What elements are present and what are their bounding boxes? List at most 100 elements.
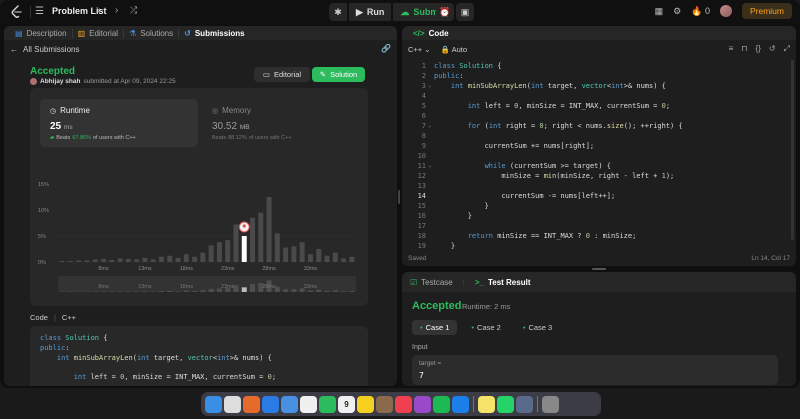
- line-number: 14: [417, 192, 426, 200]
- histogram-bar: [92, 259, 98, 262]
- code-editor[interactable]: 1 class Solution {2 public: 3 ⌄ int minSubAr…: [402, 60, 796, 250]
- input-box: target = 7: [412, 355, 778, 385]
- horizontal-resize-handle[interactable]: [592, 268, 606, 270]
- autosave-indicator[interactable]: 🔒 Auto: [441, 45, 467, 54]
- mail-icon[interactable]: [281, 395, 298, 413]
- code-line: int left = 0, minSize = INT_MAX, current…: [467, 102, 671, 110]
- fold-chevron-icon[interactable]: ⌄: [428, 82, 432, 89]
- podcasts-icon[interactable]: [414, 395, 431, 413]
- line-number: 6: [421, 112, 426, 120]
- tab-divider: |: [462, 277, 465, 287]
- notes-button[interactable]: ▣: [456, 3, 474, 21]
- safari-icon[interactable]: [262, 395, 279, 413]
- case-1-tab[interactable]: • Case 1: [412, 320, 458, 335]
- user-avatar[interactable]: [719, 5, 732, 17]
- solution-button[interactable]: ✎ Solution: [312, 67, 365, 82]
- appstore-icon[interactable]: [452, 395, 469, 413]
- streak-counter[interactable]: 🔥 0: [691, 6, 710, 17]
- x-tick-label: 23ms: [221, 266, 235, 272]
- leetcode-logo-icon[interactable]: [10, 5, 24, 19]
- submitter-name[interactable]: Abhijay shah: [40, 78, 80, 85]
- language-select[interactable]: C++ ⌄: [408, 45, 431, 54]
- fold-chevron-icon[interactable]: ⌄: [428, 162, 432, 169]
- line-number: 2: [421, 72, 426, 80]
- chrome-icon[interactable]: [224, 395, 241, 413]
- line-number: 19: [417, 242, 426, 250]
- code-line: return minSize == INT_MAX ? 0 : minSize;: [467, 232, 637, 240]
- photos-icon[interactable]: [300, 395, 317, 413]
- tab-submissions[interactable]: ↺ Submissions: [179, 29, 250, 38]
- messages-icon[interactable]: [319, 395, 336, 413]
- runtime-box[interactable]: ◷ Runtime 25 ms ▰ Beats 67.86% of users wi…: [40, 99, 198, 147]
- overview-bar: [291, 289, 297, 292]
- whatsapp-icon[interactable]: [497, 395, 514, 413]
- note-icon: ▣: [460, 6, 470, 17]
- vertical-resize-handle[interactable]: [398, 190, 400, 204]
- line-number: 9: [421, 142, 426, 150]
- debug-button[interactable]: ✱: [329, 3, 347, 21]
- line-number: 13: [417, 182, 426, 190]
- list-icon[interactable]: ☰: [35, 6, 47, 18]
- fold-chevron-icon[interactable]: ⌄: [428, 122, 432, 129]
- run-button[interactable]: ▶ Run: [349, 3, 392, 21]
- notes-icon[interactable]: [357, 395, 374, 413]
- histogram-bar: [117, 258, 123, 262]
- braces-icon[interactable]: {}: [756, 44, 761, 54]
- bug-icon: ✱: [334, 6, 342, 17]
- layout-icon[interactable]: ▦: [655, 6, 664, 17]
- code-line: while (currentSum >= target) {: [484, 162, 612, 170]
- histogram-bar: [216, 242, 222, 262]
- preview-icon[interactable]: [376, 395, 393, 413]
- all-submissions-link[interactable]: All Submissions: [23, 45, 79, 54]
- calendar-icon[interactable]: 9: [338, 395, 355, 413]
- tab-test-result[interactable]: >_ Test Result: [475, 278, 531, 287]
- tab-description[interactable]: ▤ Description: [10, 28, 73, 38]
- firefox-icon[interactable]: [243, 395, 260, 413]
- test-cases: • Case 1 • Case 2 • Case 3: [412, 320, 560, 335]
- editor-scrollbar[interactable]: [791, 60, 794, 240]
- case-3-tab[interactable]: • Case 3: [515, 320, 560, 335]
- premium-button[interactable]: Premium: [741, 3, 792, 19]
- settings-icon[interactable]: ⚙: [673, 6, 681, 17]
- tab-testcase[interactable]: ☑ Testcase: [410, 278, 453, 287]
- overview-tick-label: 33ms: [304, 284, 318, 290]
- tab-editorial[interactable]: ▥ Editorial: [73, 28, 125, 38]
- back-arrow-icon[interactable]: ←: [10, 45, 18, 54]
- music-icon[interactable]: [395, 395, 412, 413]
- alarm-icon: ⏰: [439, 6, 451, 17]
- overview-bar: [349, 291, 355, 292]
- share-link-icon[interactable]: 🔗: [381, 44, 391, 53]
- pass-dot-icon: •: [522, 323, 526, 332]
- histogram-bar: [134, 259, 140, 262]
- align-icon[interactable]: ≡: [729, 44, 734, 54]
- stickies-icon[interactable]: [478, 395, 495, 413]
- overview-bar: [192, 291, 198, 292]
- histogram-bar: [59, 260, 65, 262]
- pass-dot-icon: •: [471, 323, 475, 332]
- checkbox-icon: ☑: [410, 277, 418, 287]
- memory-beats: Beats 88.12% of users with C++: [212, 135, 292, 141]
- x-tick-label: 28ms: [262, 266, 276, 272]
- tab-code[interactable]: </> Code: [408, 29, 454, 38]
- finder-icon[interactable]: [205, 395, 222, 413]
- expand-icon[interactable]: ⤢: [784, 44, 790, 54]
- pass-dot-icon: •: [420, 323, 423, 332]
- case-2-tab[interactable]: • Case 2: [463, 320, 508, 335]
- histogram-bar: [258, 212, 264, 262]
- editorial-button[interactable]: ▭ Editorial: [254, 67, 310, 82]
- prev-problem-icon[interactable]: ‹: [97, 5, 100, 16]
- memory-title[interactable]: ◎ Memory: [212, 106, 251, 115]
- runtime-distribution-chart[interactable]: 15% 10% 5% 0% 8ms 13ms 18ms 23ms 28ms 33ms 8ms 13ms…: [30, 178, 368, 296]
- screens-icon[interactable]: [516, 395, 533, 413]
- reset-icon[interactable]: ↺: [769, 44, 776, 54]
- next-problem-icon[interactable]: ›: [115, 5, 118, 16]
- histogram-bar: [291, 246, 297, 262]
- trash-icon[interactable]: [542, 395, 559, 413]
- overview-bar: [324, 290, 330, 292]
- code-tools: ≡ ⊓ {} ↺ ⤢: [729, 44, 790, 54]
- spotify-icon[interactable]: [433, 395, 450, 413]
- bookmark-icon[interactable]: ⊓: [741, 44, 747, 54]
- shuffle-icon[interactable]: ⤮: [130, 5, 137, 16]
- timer-button[interactable]: ⏰: [436, 3, 454, 21]
- tab-solutions[interactable]: ⚗ Solutions: [124, 28, 180, 38]
